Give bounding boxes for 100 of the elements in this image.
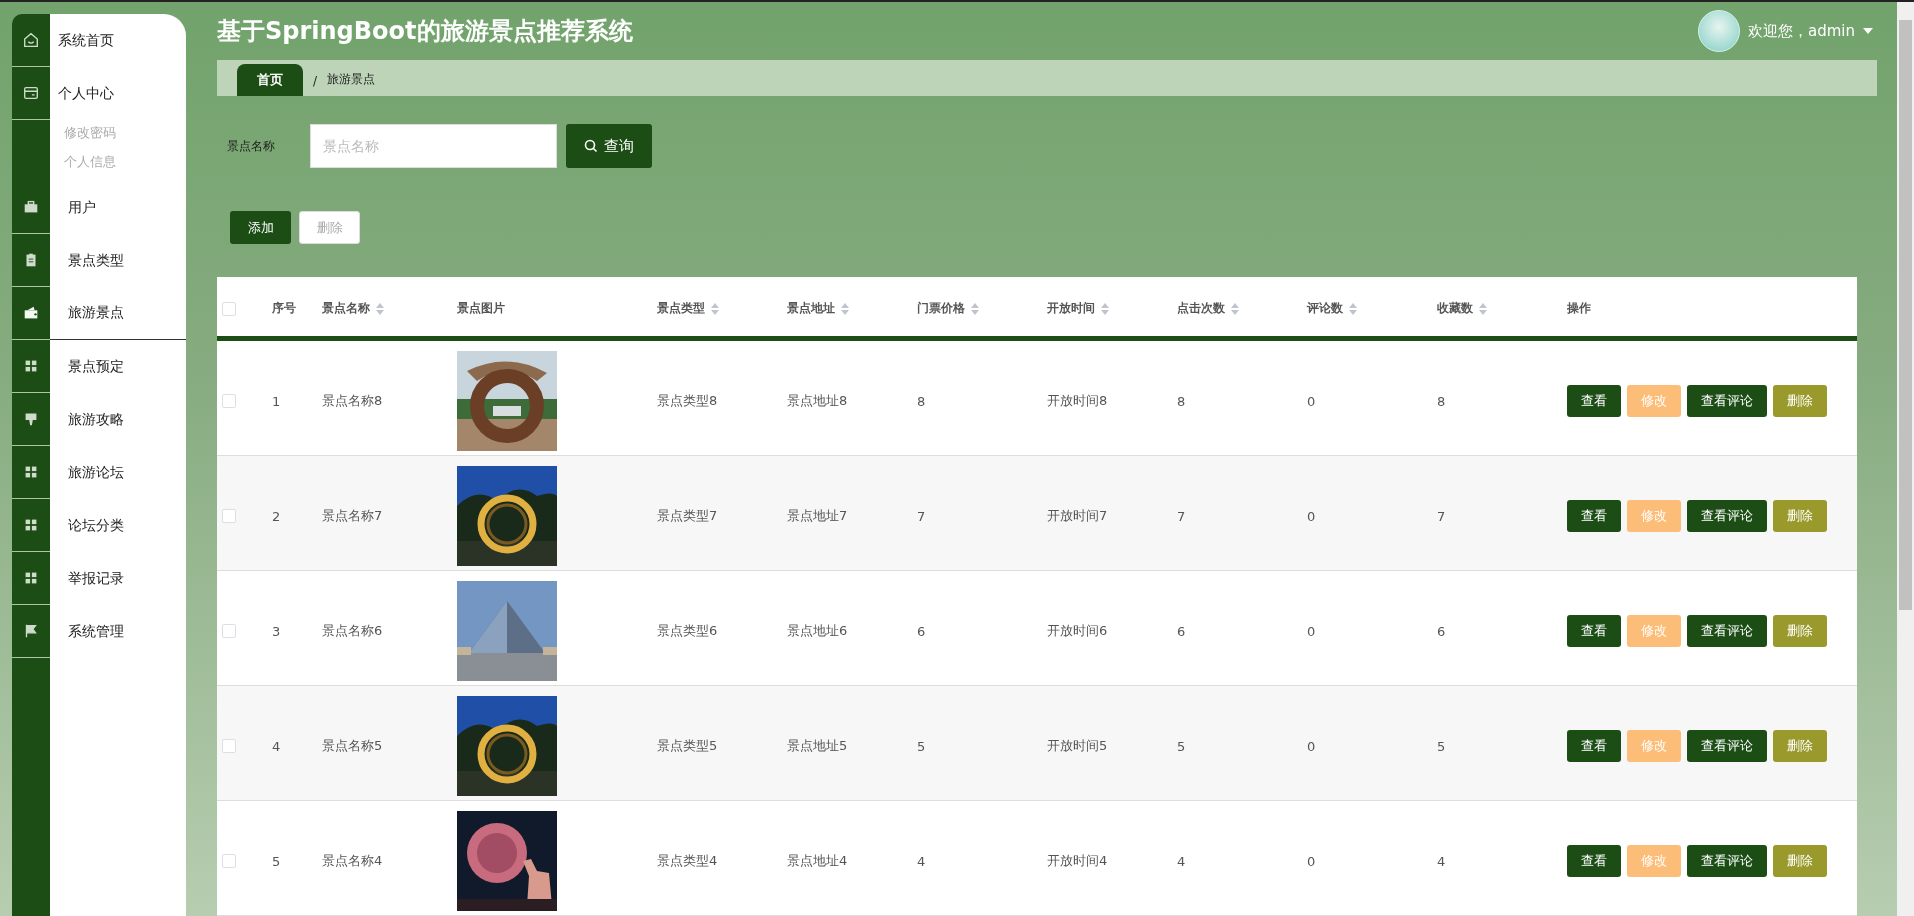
table-cell: 5 [1177, 738, 1186, 754]
table-cell: 景点类型8 [657, 392, 718, 410]
table-cell: 6 [917, 623, 926, 639]
sidebar-item[interactable]: 系统管理 [50, 605, 186, 658]
table-cell: 8 [917, 393, 926, 409]
table-cell: 6 [1437, 623, 1446, 639]
table-cell: 5 [917, 738, 926, 754]
column-header[interactable]: 序号 [272, 300, 296, 317]
table-cell: 8 [1177, 393, 1186, 409]
breadcrumb-separator: / [313, 74, 318, 90]
table-cell: 0 [1307, 508, 1316, 524]
column-header[interactable]: 点击次数 [1177, 300, 1225, 317]
app-title: 基于SpringBoot的旅游景点推荐系统 [217, 16, 633, 47]
table-cell: 景点名称8 [322, 392, 383, 410]
table-cell: 开放时间7 [1047, 507, 1108, 525]
table-cell: 7 [1437, 508, 1446, 524]
view-button[interactable]: 查看 [1567, 500, 1621, 532]
sidebar-item[interactable]: 系统首页 [50, 14, 186, 67]
table-cell: 5 [1437, 738, 1446, 754]
table-cell: 4 [272, 738, 281, 754]
table-cell: 5 [272, 853, 281, 869]
table-cell: 0 [1307, 393, 1316, 409]
card-icon [22, 84, 40, 102]
sort-icon[interactable] [971, 302, 979, 315]
table-cell: 景点名称4 [322, 852, 383, 870]
comments-button[interactable]: 查看评论 [1687, 615, 1767, 647]
table-cell: 景点类型6 [657, 622, 718, 640]
sidebar-item[interactable]: 用户 [50, 181, 186, 234]
row-checkbox[interactable] [222, 854, 236, 868]
table-cell: 0 [1307, 738, 1316, 754]
column-header[interactable]: 收藏数 [1437, 300, 1473, 317]
view-button[interactable]: 查看 [1567, 385, 1621, 417]
sort-icon[interactable] [1479, 302, 1487, 315]
sort-icon[interactable] [1101, 302, 1109, 315]
comments-button[interactable]: 查看评论 [1687, 385, 1767, 417]
add-button[interactable]: 添加 [230, 211, 291, 244]
table-cell: 景点地址6 [787, 622, 848, 640]
table-cell: 景点类型5 [657, 737, 718, 755]
sidebar-item[interactable]: 个人中心 [50, 67, 186, 120]
select-all-checkbox[interactable] [222, 301, 236, 316]
table-cell: 开放时间6 [1047, 622, 1108, 640]
column-header[interactable]: 门票价格 [917, 300, 965, 317]
caret-icon[interactable] [1863, 28, 1873, 34]
view-button[interactable]: 查看 [1567, 615, 1621, 647]
home-icon [22, 31, 40, 49]
table-cell: 6 [1177, 623, 1186, 639]
table-cell: 8 [1437, 393, 1446, 409]
sidebar-item[interactable]: 旅游攻略 [50, 393, 186, 446]
search-button[interactable]: 查询 [566, 124, 652, 168]
table-cell: 开放时间8 [1047, 392, 1108, 410]
column-header[interactable]: 景点图片 [457, 300, 505, 317]
table-cell: 景点名称7 [322, 507, 383, 525]
table-cell: 景点地址7 [787, 507, 848, 525]
sidebar-item[interactable]: 论坛分类 [50, 499, 186, 552]
table-cell: 7 [917, 508, 926, 524]
sort-icon[interactable] [711, 302, 719, 315]
table-cell: 3 [272, 623, 281, 639]
row-checkbox[interactable] [222, 509, 236, 523]
table-cell: 景点地址8 [787, 392, 848, 410]
table-cell: 景点名称6 [322, 622, 383, 640]
sidebar-item[interactable]: 景点类型 [50, 234, 186, 287]
view-button[interactable]: 查看 [1567, 730, 1621, 762]
table-cell: 4 [1437, 853, 1446, 869]
row-checkbox[interactable] [222, 624, 236, 638]
table-cell: 1 [272, 393, 281, 409]
column-header[interactable]: 评论数 [1307, 300, 1343, 317]
home-tab[interactable]: 首页 [237, 64, 303, 96]
table-cell: 景点类型4 [657, 852, 718, 870]
table-cell: 开放时间5 [1047, 737, 1108, 755]
table-cell: 景点地址4 [787, 852, 848, 870]
sort-icon[interactable] [1231, 302, 1239, 315]
row-checkbox[interactable] [222, 394, 236, 408]
comments-button[interactable]: 查看评论 [1687, 845, 1767, 877]
column-header[interactable]: 景点名称 [322, 300, 370, 317]
search-field[interactable]: 景点名称 [310, 124, 557, 168]
sort-icon[interactable] [1349, 302, 1357, 315]
breadcrumb-item: 旅游景点 [327, 71, 376, 88]
sidebar-item[interactable]: 景点预定 [50, 340, 186, 393]
table-cell: 0 [1307, 623, 1316, 639]
row-checkbox[interactable] [222, 739, 236, 753]
table-cell: 4 [1177, 853, 1186, 869]
sort-icon[interactable] [841, 302, 849, 315]
column-header[interactable]: 景点地址 [787, 300, 835, 317]
search-icon [584, 139, 598, 153]
avatar [1698, 10, 1740, 52]
column-header[interactable]: 景点类型 [657, 300, 705, 317]
table-cell: 2 [272, 508, 281, 524]
sidebar-item[interactable]: 旅游景点 [50, 287, 186, 340]
comments-button[interactable]: 查看评论 [1687, 500, 1767, 532]
column-header[interactable]: 开放时间 [1047, 300, 1095, 317]
table-cell: 7 [1177, 508, 1186, 524]
column-header[interactable]: 操作 [1567, 300, 1591, 317]
sidebar-item[interactable]: 旅游论坛 [50, 446, 186, 499]
comments-button[interactable]: 查看评论 [1687, 730, 1767, 762]
table-cell: 景点名称5 [322, 737, 383, 755]
table-cell: 景点地址5 [787, 737, 848, 755]
sort-icon[interactable] [376, 302, 384, 315]
scrollbar[interactable] [1897, 2, 1914, 916]
sidebar-item[interactable]: 举报记录 [50, 552, 186, 605]
view-button[interactable]: 查看 [1567, 845, 1621, 877]
